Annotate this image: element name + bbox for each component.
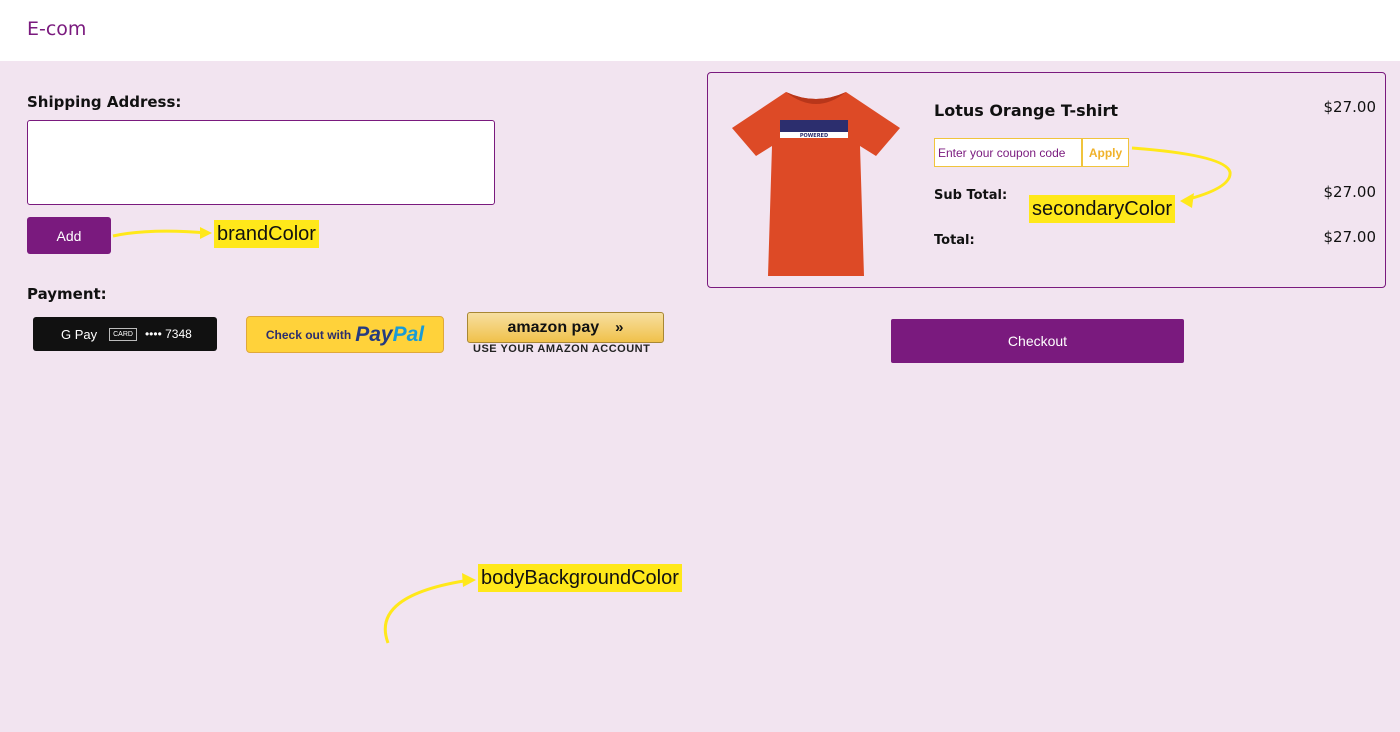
brand-arrow-head: [200, 227, 212, 239]
total-value: $27.00: [1323, 228, 1377, 246]
product-name: Lotus Orange T-shirt: [934, 101, 1119, 120]
coupon-input[interactable]: [934, 138, 1082, 167]
paypal-logo-pal: Pal: [392, 322, 425, 346]
brand-logo[interactable]: E-com: [27, 18, 86, 40]
card-icon: CARD: [109, 327, 137, 341]
tshirt-print-text: POWERED: [800, 133, 828, 139]
subtotal-label: Sub Total:: [934, 188, 1008, 203]
body-arrow-head: [462, 573, 476, 587]
paypal-button[interactable]: Check out with Pay Pal: [246, 316, 444, 353]
paypal-prefix: Check out with: [265, 327, 352, 342]
secondary-color-annotation: secondaryColor: [1029, 195, 1176, 223]
amazon-pay-subtitle: USE YOUR AMAZON ACCOUNT: [473, 343, 651, 355]
chevron-right-icon: »: [615, 319, 624, 336]
brand-arrow-icon: [112, 229, 209, 238]
checkout-button[interactable]: Checkout: [891, 319, 1184, 363]
subtotal-value: $27.00: [1323, 183, 1377, 201]
body-background-color-annotation: bodyBackgroundColor: [478, 564, 682, 592]
body-arrow-icon: [383, 578, 471, 644]
google-pay-button[interactable]: G Pay CARD •••• 7348: [33, 317, 217, 351]
amazon-pay-logo: amazon pay: [507, 318, 600, 336]
tshirt-icon: POWERED: [732, 92, 900, 276]
top-bar: E-com: [0, 0, 1400, 61]
payment-label: Payment:: [27, 285, 107, 303]
paypal-logo-pay: Pay: [355, 322, 393, 346]
brand-color-annotation: brandColor: [214, 220, 319, 248]
tshirt-body: [732, 92, 900, 276]
card-number: •••• 7348: [144, 327, 192, 341]
add-address-button[interactable]: Add: [27, 217, 111, 254]
amazon-pay-button[interactable]: amazon pay »: [467, 312, 664, 343]
shipping-address-input[interactable]: [27, 120, 495, 205]
google-pay-logo: G Pay: [61, 326, 98, 342]
apply-coupon-button[interactable]: Apply: [1082, 138, 1129, 167]
shipping-address-label: Shipping Address:: [27, 93, 182, 111]
product-price: $27.00: [1323, 98, 1377, 116]
total-label: Total:: [934, 233, 975, 248]
